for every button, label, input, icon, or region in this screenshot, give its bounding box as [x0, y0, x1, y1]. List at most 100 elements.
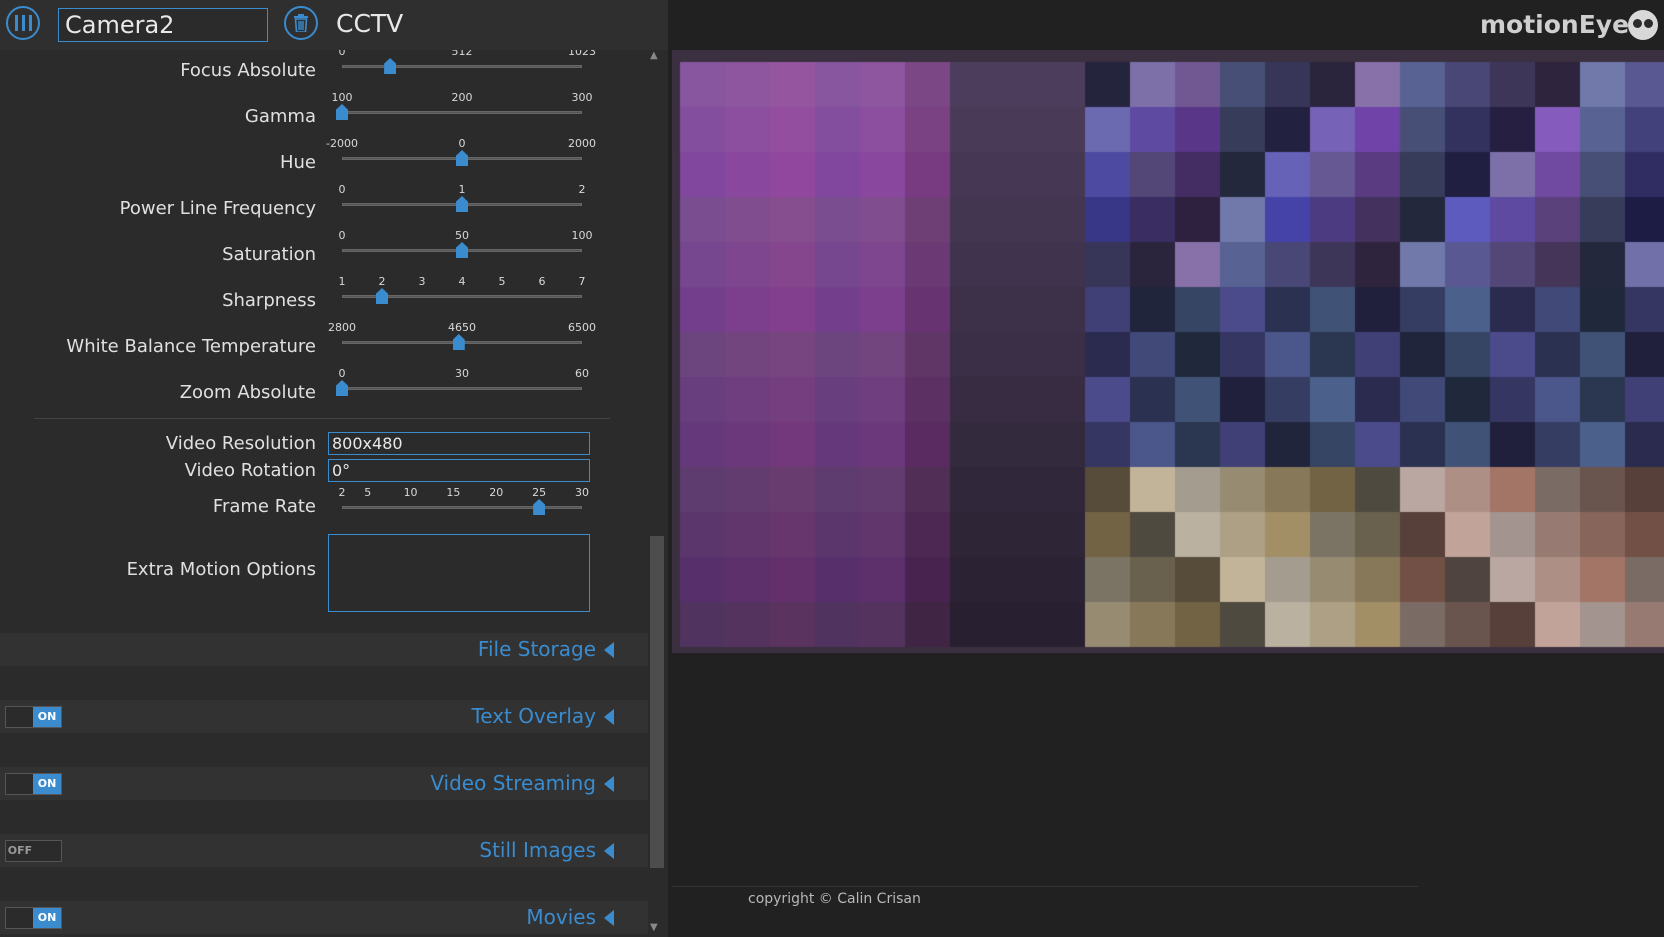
slider-tick-label: 2 [338, 486, 346, 499]
section-title[interactable]: Still Images [479, 838, 596, 862]
section-movies[interactable]: ON Movies [0, 901, 648, 934]
settings-panel: Focus Absolute 0 512 1023 Gamma 100 200 300 Hue -… [0, 0, 648, 937]
expand-arrow-icon[interactable] [604, 843, 614, 859]
slider-handle[interactable] [376, 288, 388, 304]
slider-ticks: -2000 0 2000 [326, 137, 596, 151]
slider-track[interactable] [342, 387, 582, 390]
zoom-slider[interactable]: 0 30 60 [336, 367, 590, 407]
section-divider [34, 418, 610, 419]
gamma-label: Gamma [244, 106, 316, 127]
camera-group-label: CCTV [336, 9, 404, 38]
slider-ticks: 0 1 2 [339, 183, 586, 197]
slider-handle[interactable] [456, 196, 468, 212]
gamma-slider[interactable]: 100 200 300 [332, 91, 593, 131]
slider-tick-label: 4 [458, 275, 466, 288]
saturation-slider[interactable]: 0 50 100 [339, 229, 593, 269]
slider-tick-label: 300 [571, 91, 593, 104]
slider-ticks: 1 2 3 4 5 6 7 [338, 275, 586, 289]
slider-handle[interactable] [384, 58, 397, 74]
slider-tick-label: 3 [418, 275, 426, 288]
slider-tick-label: 2 [378, 275, 386, 288]
slider-track[interactable] [342, 65, 582, 68]
slider-handle[interactable] [336, 380, 348, 396]
copyright-text: copyright © Calin Crisan [748, 891, 921, 907]
slider-track[interactable] [342, 506, 582, 509]
trash-icon [294, 14, 308, 32]
video-rotation-field[interactable]: 0° [328, 459, 590, 482]
section-title[interactable]: File Storage [478, 637, 596, 661]
expand-arrow-icon[interactable] [604, 776, 614, 792]
zoom-label: Zoom Absolute [179, 382, 316, 403]
focus-absolute-slider[interactable]: 0 512 1023 [339, 45, 596, 85]
toggle-state: ON [33, 908, 61, 928]
slider-tick-label: 20 [489, 486, 504, 499]
wb-temp-label: White Balance Temperature [66, 336, 316, 357]
slider-tick-label: 50 [455, 229, 469, 242]
slider-handle[interactable] [452, 334, 465, 350]
hue-slider[interactable]: -2000 0 2000 [326, 137, 596, 177]
slider-tick-label: 25 [532, 486, 547, 499]
slider-tick-label: 0 [458, 137, 466, 150]
slider-tick-label: 7 [578, 275, 586, 288]
slider-tick-label: 6 [538, 275, 546, 288]
section-still-images[interactable]: OFF Still Images [0, 834, 648, 867]
slider-handle[interactable] [456, 242, 468, 258]
section-toggle[interactable]: ON [5, 907, 62, 929]
section-toggle[interactable]: ON [5, 773, 62, 795]
slider-tick-label: 200 [451, 91, 473, 104]
section-title[interactable]: Movies [526, 905, 596, 929]
extra-motion-options-textarea[interactable] [328, 534, 590, 612]
slider-ticks: 2800 4650 6500 [328, 321, 596, 335]
remove-camera-button[interactable] [284, 6, 318, 40]
section-title[interactable]: Video Streaming [430, 771, 596, 795]
slider-ticks: 2 5 10 15 20 25 30 [338, 486, 590, 500]
footer-divider [672, 886, 1418, 887]
slider-handle[interactable] [336, 104, 348, 120]
slider-tick-label: 100 [571, 229, 593, 242]
slider-tick-label: 30 [575, 486, 589, 499]
frame-rate-slider[interactable]: 2 5 10 15 20 25 30 [338, 486, 590, 526]
slider-tick-label: -2000 [326, 137, 358, 150]
camera-name-input[interactable]: Camera2 [58, 8, 268, 42]
slider-tick-label: 2000 [568, 137, 596, 150]
slider-ticks: 0 30 60 [339, 367, 590, 381]
brand-title: motionEye [1480, 10, 1630, 39]
scroll-thumb[interactable] [650, 536, 664, 868]
slider-tick-label: 1 [338, 275, 346, 288]
section-file-storage[interactable]: File Storage [0, 633, 648, 666]
expand-arrow-icon[interactable] [604, 910, 614, 926]
slider-handle[interactable] [456, 150, 468, 166]
slider-tick-label: 100 [331, 91, 353, 104]
section-text-overlay[interactable]: ON Text Overlay [0, 700, 648, 733]
expand-arrow-icon[interactable] [604, 642, 614, 658]
slider-tick-label: 5 [364, 486, 372, 499]
section-title[interactable]: Text Overlay [471, 704, 596, 728]
sharpness-slider[interactable]: 1 2 3 4 5 6 7 [338, 275, 586, 315]
slider-tick-label: 4650 [448, 321, 476, 334]
section-toggle[interactable]: ON [5, 706, 62, 728]
focus-absolute-label: Focus Absolute [180, 60, 316, 81]
scroll-down-icon[interactable]: ▼ [650, 922, 658, 933]
wb-temp-slider[interactable]: 2800 4650 6500 [328, 321, 596, 361]
camera-frame[interactable] [672, 50, 1664, 653]
saturation-label: Saturation [222, 244, 316, 265]
slider-track[interactable] [342, 111, 582, 114]
slider-tick-label: 15 [446, 486, 461, 499]
video-resolution-field[interactable]: 800x480 [328, 432, 590, 455]
menu-button[interactable] [6, 6, 40, 40]
video-rotation-label: Video Rotation [184, 460, 316, 481]
frame-rate-label: Frame Rate [212, 496, 316, 517]
expand-arrow-icon[interactable] [604, 709, 614, 725]
slider-tick-label: 30 [455, 367, 469, 380]
slider-tick-label: 1 [458, 183, 466, 196]
section-video-streaming[interactable]: ON Video Streaming [0, 767, 648, 800]
section-toggle[interactable]: OFF [5, 840, 62, 862]
slider-tick-label: 2800 [328, 321, 356, 334]
hue-label: Hue [279, 152, 316, 173]
slider-handle[interactable] [533, 499, 546, 515]
power-line-slider[interactable]: 0 1 2 [339, 183, 586, 223]
slider-tick-label: 10 [403, 486, 418, 499]
scroll-up-icon[interactable]: ▲ [650, 50, 658, 61]
toggle-state: ON [33, 774, 61, 794]
power-line-label: Power Line Frequency [119, 198, 316, 219]
